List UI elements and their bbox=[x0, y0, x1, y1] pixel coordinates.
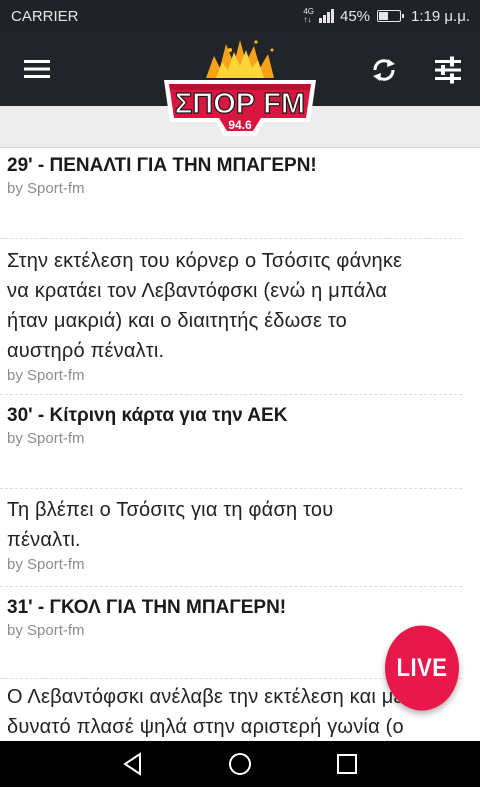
entry-title: 31' - ΓΚΟΛ ΓΙΑ ΤΗΝ ΜΠΑΓΕΡΝ! bbox=[7, 597, 287, 618]
divider bbox=[0, 238, 462, 239]
clock: 1:19 μ.μ. bbox=[411, 7, 470, 25]
list-item: 29' - ΠΕΝΑΛΤΙ ΓΙΑ ΤΗΝ ΜΠΑΓΕΡΝ! by Sport-… bbox=[7, 154, 462, 199]
divider bbox=[0, 394, 462, 395]
list-item: 31' - ΓΚΟΛ ΓΙΑ ΤΗΝ ΜΠΑΓΕΡΝ! by Sport-fm bbox=[7, 596, 462, 641]
list-item: Τη βλέπει ο Τσόσιτς για τη φάση του πένα… bbox=[7, 495, 462, 575]
entry-body-line: ήταν μακριά) και ο διαιτητής έδωσε το bbox=[7, 310, 347, 332]
sliders-icon[interactable] bbox=[432, 54, 464, 86]
entry-title: 29' - ΠΕΝΑΛΤΙ ΓΙΑ ΤΗΝ ΜΠΑΓΕΡΝ! bbox=[7, 155, 317, 176]
divider bbox=[0, 586, 462, 587]
status-bar: CARRIER 4G ↑↓ 45% 1:19 μ.μ. bbox=[0, 0, 480, 32]
flame-graphic bbox=[206, 40, 274, 78]
entry-body-line: πέναλτι. bbox=[7, 529, 81, 551]
entry-byline: by Sport-fm bbox=[7, 430, 85, 447]
logo-text: ΣΠΟΡ FM bbox=[175, 88, 305, 120]
live-button[interactable]: LIVE bbox=[385, 625, 459, 711]
system-navigation-bar bbox=[0, 741, 480, 787]
status-indicators: 4G ↑↓ 45% 1:19 μ.μ. bbox=[303, 8, 470, 25]
entry-byline: by Sport-fm bbox=[7, 367, 85, 384]
entry-body-line: Στην εκτέλεση του κόρνερ ο Τσόσιτς φάνηκ… bbox=[7, 250, 403, 272]
refresh-icon[interactable] bbox=[368, 54, 400, 86]
battery-icon bbox=[377, 10, 405, 22]
entry-byline: by Sport-fm bbox=[7, 556, 85, 573]
carrier-label: CARRIER bbox=[11, 7, 79, 25]
logo-frequency: 94.6 bbox=[228, 118, 252, 132]
entry-byline: by Sport-fm bbox=[7, 180, 85, 197]
entry-body-line: δυνατό πλασέ ψηλά στην αριστερή γωνία (ο bbox=[7, 716, 404, 738]
list-item: 30' - Κίτρινη κάρτα για την ΑΕΚ by Sport… bbox=[7, 404, 462, 449]
back-triangle-icon[interactable] bbox=[119, 750, 147, 778]
entry-body-line: Τη βλέπει ο Τσόσιτς για τη φάση του bbox=[7, 499, 334, 521]
divider bbox=[0, 488, 462, 489]
entry-body-line: να κρατάει τον Λεβαντόφσκι (ενώ η μπάλα bbox=[7, 280, 388, 302]
battery-percent: 45% bbox=[339, 7, 371, 25]
home-circle-icon[interactable] bbox=[226, 750, 254, 778]
entry-title: 30' - Κίτρινη κάρτα για την ΑΕΚ bbox=[7, 405, 288, 426]
sport-fm-logo: ΣΠΟΡ FM 94.6 bbox=[160, 36, 320, 140]
hamburger-menu-icon[interactable] bbox=[22, 54, 52, 84]
recents-square-icon[interactable] bbox=[333, 750, 361, 778]
signal-strength-icon bbox=[318, 9, 334, 23]
network-type-icon: 4G ↑↓ bbox=[303, 7, 314, 24]
entry-body-line: αυστηρό πέναλτι. bbox=[7, 340, 165, 362]
list-item: Στην εκτέλεση του κόρνερ ο Τσόσιτς φάνηκ… bbox=[7, 246, 462, 386]
entry-byline: by Sport-fm bbox=[7, 622, 85, 639]
